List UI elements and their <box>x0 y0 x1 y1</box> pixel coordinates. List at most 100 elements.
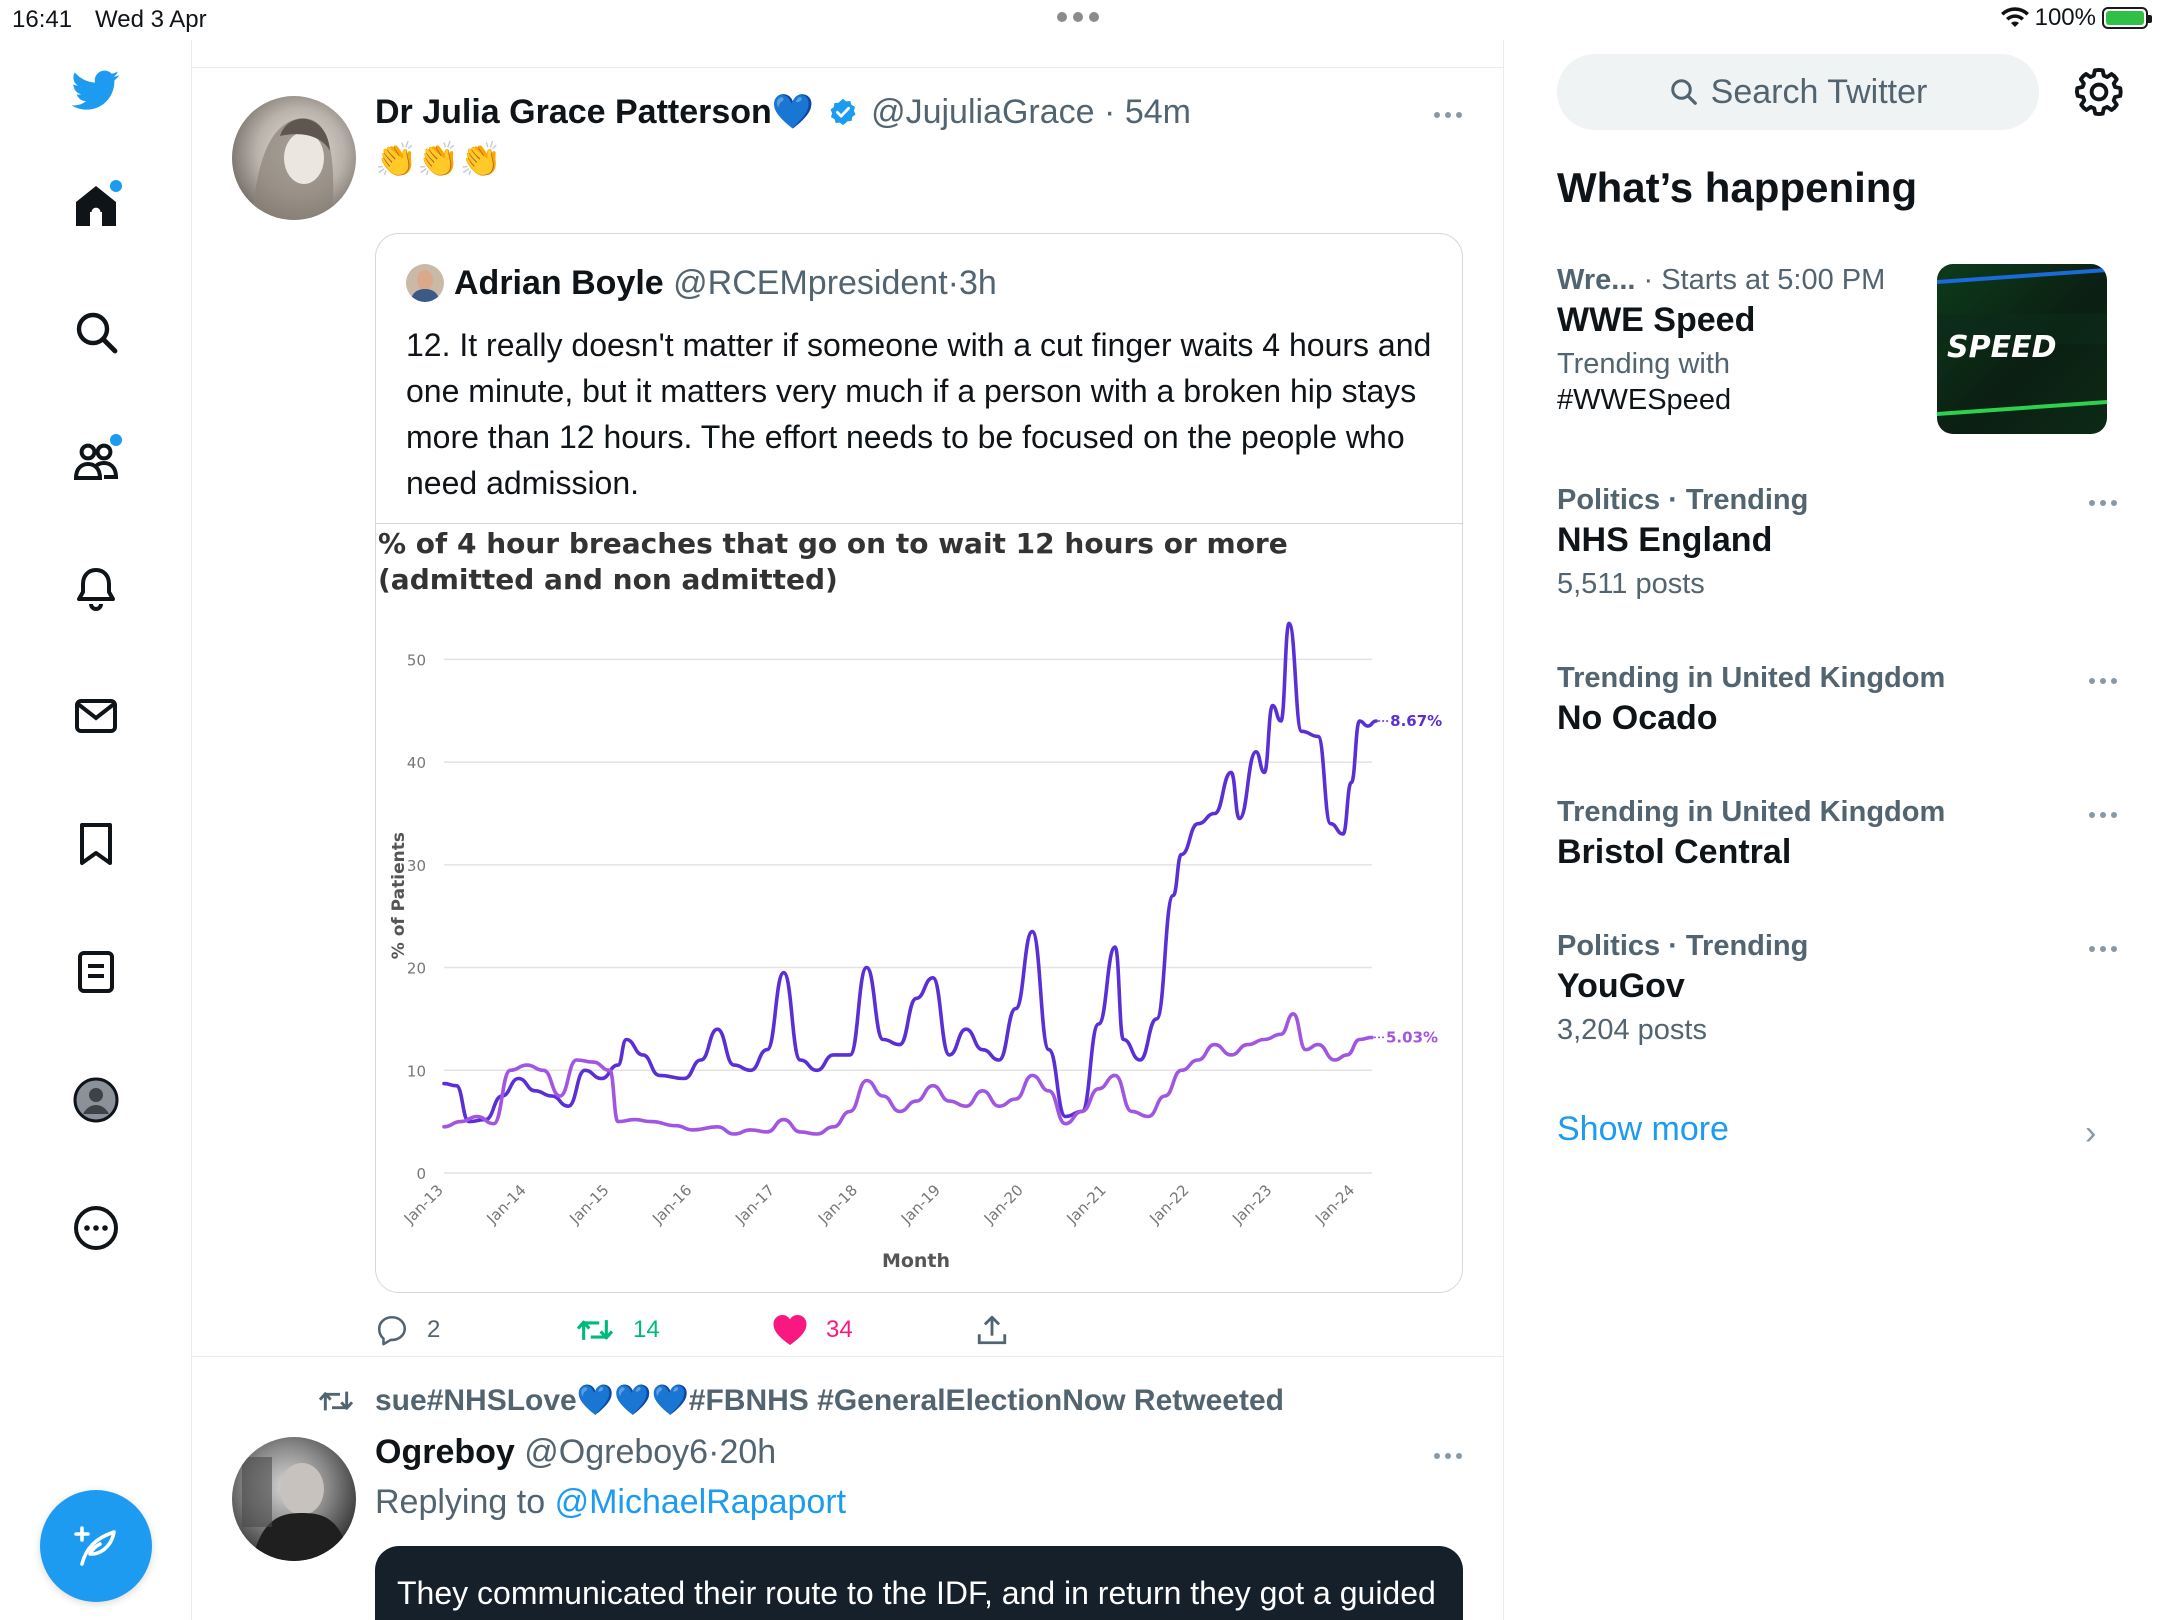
share-icon <box>977 1315 1007 1345</box>
y-tick-label: 10 <box>407 1062 426 1080</box>
replying-to-label: Replying to <box>375 1483 546 1521</box>
tweet-text: 👏👏👏 <box>375 141 503 179</box>
y-axis-label: % of Patients <box>389 832 409 959</box>
timeline-top-bar <box>192 40 1503 68</box>
x-tick-label: Jan-23 <box>1228 1181 1275 1228</box>
trend-name: NHS England <box>1557 521 1773 559</box>
messages-icon[interactable] <box>66 686 126 746</box>
trend-item[interactable]: Trending in United Kingdom Bristol Centr… <box>1557 796 2117 872</box>
trend-category: Politics · Trending <box>1557 484 1809 516</box>
trend-category: Trending in United Kingdom <box>1557 662 1946 694</box>
whats-happening-title: What’s happening <box>1557 164 1918 211</box>
status-right: 100% <box>2000 4 2152 32</box>
y-tick-label: 50 <box>407 651 426 669</box>
author-handle[interactable]: @JujuliaGrace <box>871 93 1095 131</box>
separator: · <box>708 1433 720 1471</box>
trend-item[interactable]: Politics · Trending YouGov 3,204 posts <box>1557 930 2117 1048</box>
separator: · <box>1104 93 1116 131</box>
y-tick-label: 40 <box>407 754 426 772</box>
y-tick-label: 20 <box>407 960 426 978</box>
avatar[interactable] <box>232 96 356 220</box>
trend-more-icon[interactable] <box>2089 678 2117 684</box>
series-line-1 <box>442 621 1378 1124</box>
sidebar: Search Twitter What’s happening Wre... ·… <box>1505 40 2160 1620</box>
tweet-time[interactable]: 54m <box>1125 93 1191 131</box>
timeline: Dr Julia Grace Patterson💙 @JujuliaGrace … <box>192 40 1504 1620</box>
x-tick-label: Jan-16 <box>648 1181 695 1228</box>
reply-count: 2 <box>427 1316 441 1343</box>
quoted-avatar <box>406 264 444 302</box>
status-time: 16:41 <box>12 6 73 33</box>
author-name[interactable]: Ogreboy <box>375 1433 515 1471</box>
twitter-logo-icon[interactable] <box>66 60 126 120</box>
avatar-photo <box>242 1457 350 1561</box>
tweet[interactable]: Dr Julia Grace Patterson💙 @JujuliaGrace … <box>192 68 1503 1358</box>
like-button[interactable]: 34 <box>772 1313 853 1347</box>
retweeted-by[interactable]: sue#NHSLove💙💙💙#FBNHS #GeneralElectionNow… <box>375 1383 1284 1418</box>
home-notification-dot <box>110 180 122 192</box>
x-tick-label: Jan-24 <box>1311 1181 1358 1228</box>
reply-button[interactable]: 2 <box>375 1313 440 1347</box>
communities-notification-dot <box>110 434 122 446</box>
bookmarks-icon[interactable] <box>66 814 126 874</box>
share-button[interactable] <box>975 1313 1009 1347</box>
x-tick-label: Jan-15 <box>565 1181 612 1228</box>
reply-icon <box>377 1315 407 1346</box>
status-date: Wed 3 Apr <box>95 6 207 33</box>
tweet-header: Dr Julia Grace Patterson💙 @JujuliaGrace … <box>375 92 1191 132</box>
trend-more-icon[interactable] <box>2089 812 2117 818</box>
avatar[interactable] <box>232 1437 356 1561</box>
trend-item[interactable]: Politics · Trending NHS England 5,511 po… <box>1557 484 2117 602</box>
tweet-header: Ogreboy @Ogreboy6·20h <box>375 1433 776 1472</box>
retweet-icon <box>576 1320 614 1340</box>
media-card-text: They communicated their route to the IDF… <box>397 1575 1436 1611</box>
trend-name: YouGov <box>1557 967 1685 1005</box>
settings-gear-icon[interactable] <box>2073 66 2125 118</box>
end-label: 8.67% <box>1390 712 1442 730</box>
x-tick-label: Jan-20 <box>980 1181 1027 1228</box>
tweet-more-icon[interactable] <box>1434 112 1462 118</box>
compose-tweet-icon <box>74 1526 116 1566</box>
author-name-emoji: 💙 <box>771 93 815 131</box>
notifications-icon[interactable] <box>66 558 126 618</box>
end-label: 5.03% <box>1386 1028 1438 1046</box>
profile-icon[interactable] <box>66 1070 126 1130</box>
lists-icon[interactable] <box>66 942 126 1002</box>
more-icon[interactable] <box>66 1198 126 1258</box>
replying-to: Replying to @MichaelRapaport <box>375 1483 846 1522</box>
retweet-button[interactable]: 14 <box>575 1313 660 1347</box>
search-placeholder: Search Twitter <box>1710 72 1928 111</box>
replying-to-link[interactable]: @MichaelRapaport <box>555 1483 847 1521</box>
quoted-text: 12. It really doesn't matter if someone … <box>406 327 1432 501</box>
chart-image[interactable]: % of 4 hour breaches that go on to wait … <box>376 523 1462 1292</box>
home-icon[interactable] <box>66 176 126 236</box>
search-input[interactable]: Search Twitter <box>1557 54 2039 130</box>
trend-more-icon[interactable] <box>2089 946 2117 952</box>
chevron-right-icon: › <box>2085 1114 2097 1152</box>
avatar-photo <box>252 118 334 220</box>
trend-start-time: · Starts at 5:00 PM <box>1643 264 1886 296</box>
quoted-time: 3h <box>959 264 997 302</box>
communities-icon[interactable] <box>66 430 126 490</box>
trend-more-icon[interactable] <box>2089 500 2117 506</box>
trend-item[interactable]: Trending in United Kingdom No Ocado <box>1557 662 2117 738</box>
tweet-more-icon[interactable] <box>1434 1453 1462 1459</box>
series-line-2 <box>442 1012 1374 1136</box>
compose-tweet-button[interactable] <box>40 1490 152 1602</box>
trend-category: Politics · Trending <box>1557 930 1809 962</box>
tweet-media-card[interactable]: They communicated their route to the IDF… <box>375 1546 1463 1620</box>
trend-thumbnail[interactable]: SPEED <box>1937 264 2107 434</box>
verified-badge-icon <box>830 98 856 126</box>
separator: · <box>947 264 959 302</box>
tweet-time[interactable]: 20h <box>719 1433 776 1471</box>
x-tick-label: Jan-13 <box>400 1181 447 1228</box>
author-name[interactable]: Dr Julia Grace Patterson <box>375 93 772 131</box>
battery-percent: 100% <box>2034 4 2096 31</box>
author-handle[interactable]: @Ogreboy6 <box>524 1433 708 1471</box>
x-tick-label: Jan-19 <box>897 1181 944 1228</box>
trend-name: Bristol Central <box>1557 833 1792 871</box>
show-more-link[interactable]: Show more <box>1557 1110 1729 1149</box>
quoted-tweet[interactable]: Adrian Boyle @RCEMpresident·3h 12. It re… <box>375 233 1463 1293</box>
multitasking-handle-icon[interactable] <box>1057 12 1099 22</box>
explore-icon[interactable] <box>66 302 126 362</box>
